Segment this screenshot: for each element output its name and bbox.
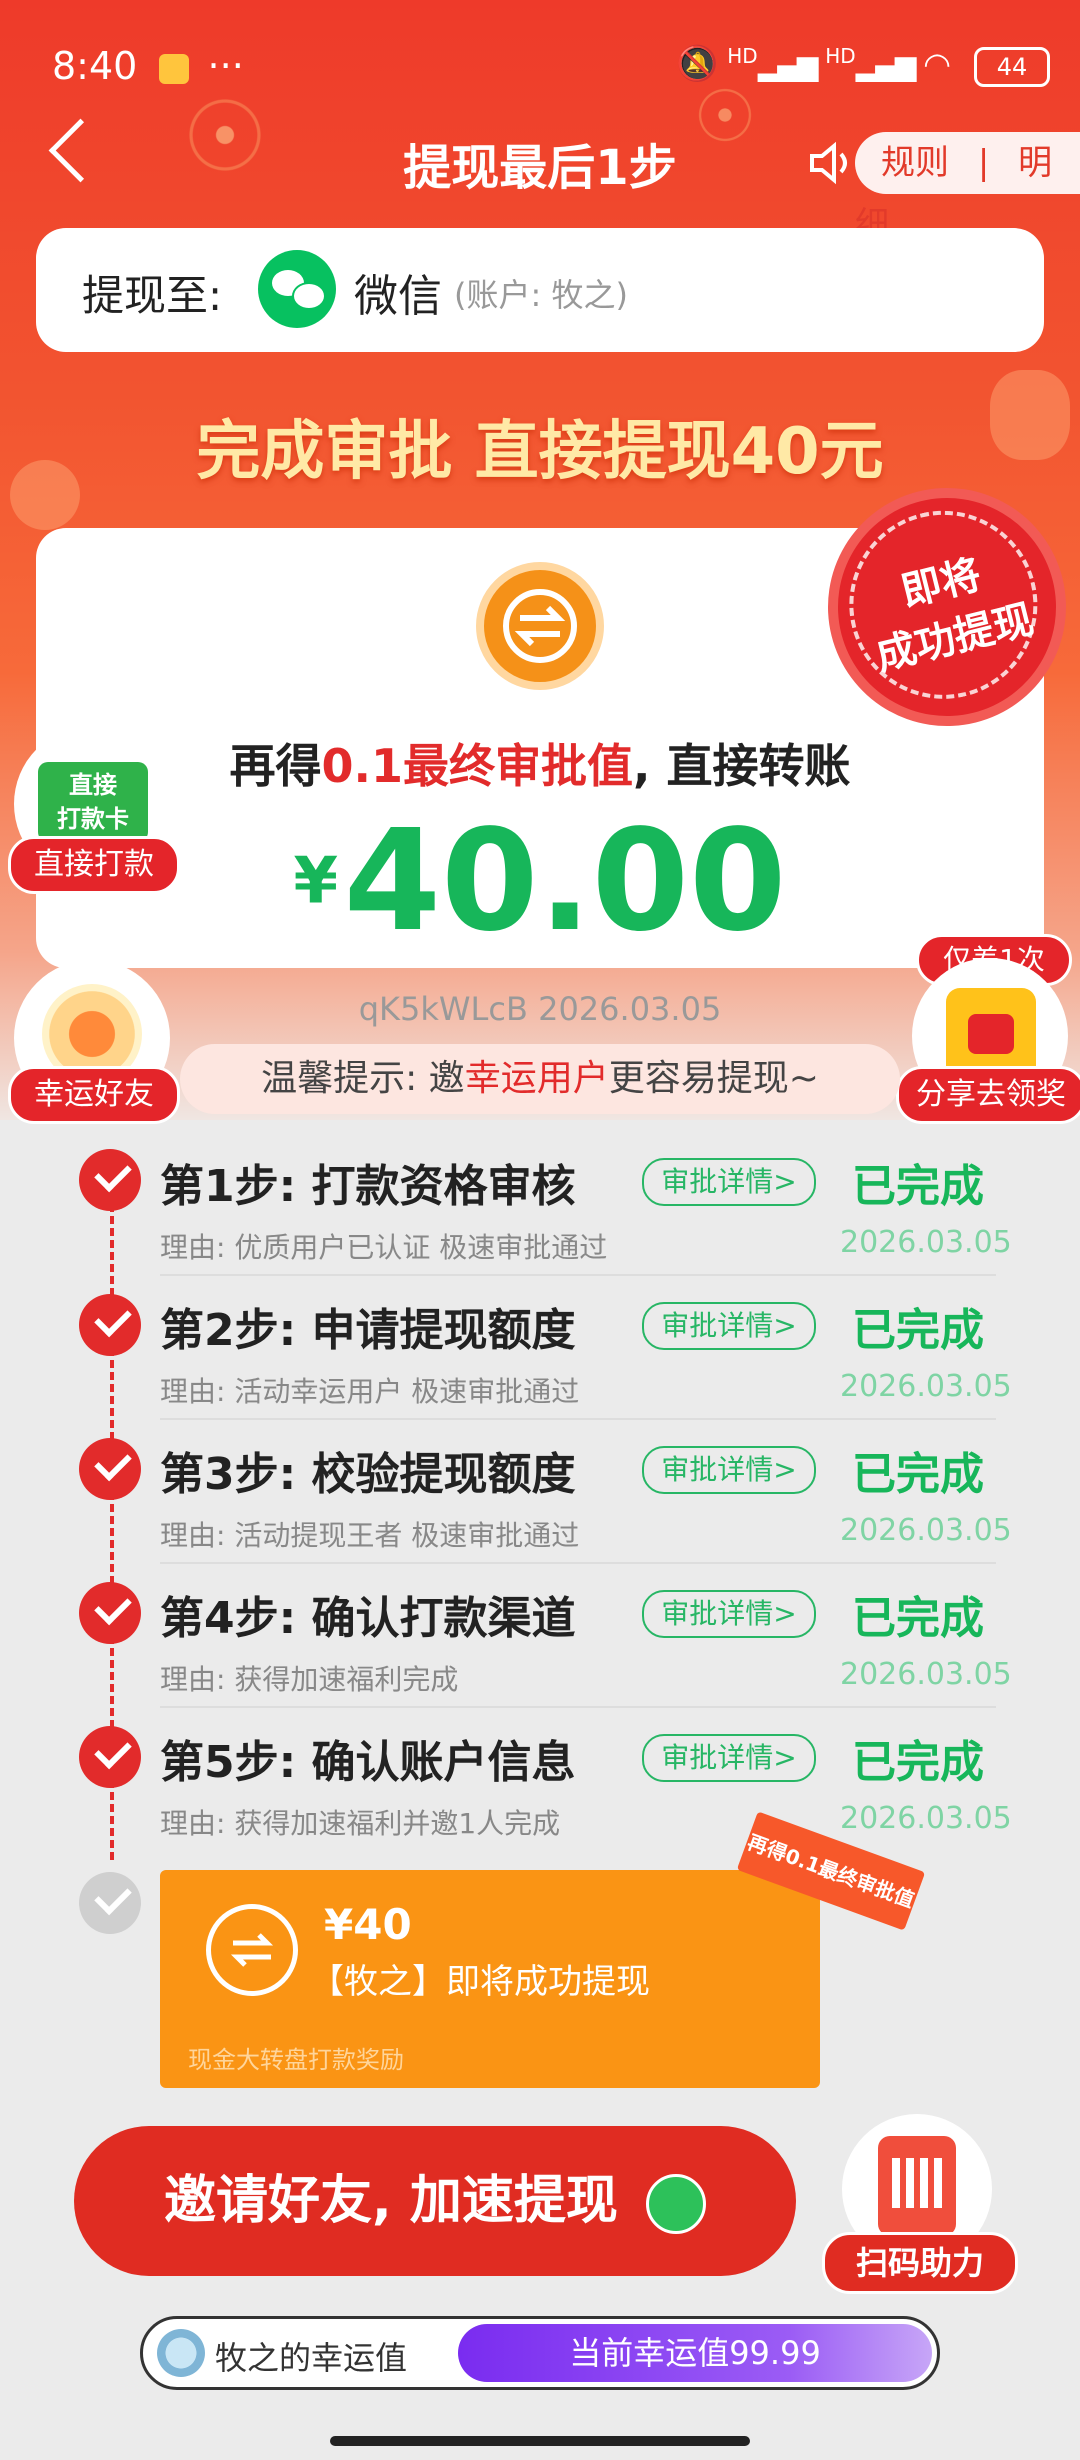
step-check-icon: [79, 1438, 141, 1500]
luck-owner: 牧之的幸运值: [215, 2339, 408, 2377]
wechat-icon: [258, 250, 336, 328]
luck-value: 当前幸运值99.99: [458, 2324, 932, 2382]
step-check-icon: [79, 1726, 141, 1788]
mute-icon: 🔕: [675, 44, 719, 84]
status-time: 8:40 ···: [52, 44, 244, 88]
step-check-icon: [79, 1582, 141, 1644]
step-date: 2026.03.05: [840, 1801, 1012, 1836]
signal-icon: HD: [825, 44, 856, 68]
divider: [160, 1274, 996, 1276]
approval-details-button[interactable]: 审批详情>: [642, 1590, 816, 1638]
rules-link[interactable]: 规则: [881, 143, 949, 183]
header-links: 规则 | 明细: [855, 132, 1080, 245]
avatar: [157, 2329, 205, 2377]
withdraw-to-card[interactable]: 提现至: 微信 (账户: 牧之): [36, 228, 1044, 352]
separator: |: [977, 143, 990, 183]
order-code: qK5kWLcB 2026.03.05: [358, 990, 722, 1028]
qr-code-icon: [878, 2136, 956, 2236]
final-subtext: 现金大转盘打款奖励: [188, 2046, 404, 2074]
divider: [160, 1418, 996, 1420]
step-date: 2026.03.05: [840, 1657, 1012, 1692]
divider: [160, 1706, 996, 1708]
step-title: 第4步: 确认打款渠道: [160, 1593, 576, 1644]
approval-details-button[interactable]: 审批详情>: [642, 1302, 816, 1350]
step-check-icon: [79, 1294, 141, 1356]
swap-icon: [206, 1904, 298, 1996]
headline: 完成审批 直接提现40元: [196, 415, 884, 489]
final-amount: ¥40: [324, 1900, 412, 1949]
status-icons: 🔕 HD▂▄▆ HD▂▄▆ ◠ 44: [676, 44, 1050, 87]
step-reason: 理由: 获得加速福利并邀1人完成: [160, 1807, 561, 1840]
speaker-icon[interactable]: [808, 140, 854, 186]
step-reason: 理由: 优质用户已认证 极速审批通过: [160, 1231, 608, 1264]
step-status: 已完成: [852, 1737, 984, 1788]
swap-icon: [476, 562, 604, 690]
share-label[interactable]: 分享去领奖: [896, 1066, 1080, 1124]
lucky-friend-label[interactable]: 幸运好友: [8, 1066, 180, 1124]
battery-icon: 44: [974, 47, 1050, 87]
step-check-icon: [79, 1149, 141, 1211]
step-title: 第1步: 打款资格审核: [160, 1161, 576, 1212]
qr-code-label[interactable]: 扫码助力: [822, 2232, 1018, 2294]
tip-bar: 温馨提示: 邀幸运用户更容易提现~: [180, 1044, 900, 1114]
step-title: 第2步: 申请提现额度: [160, 1305, 576, 1356]
step-date: 2026.03.05: [840, 1369, 1012, 1404]
account-name: (账户: 牧之): [454, 276, 628, 314]
step-reason: 理由: 活动提现王者 极速审批通过: [160, 1519, 580, 1552]
wechat-check-icon: [645, 2174, 706, 2234]
step-title: 第3步: 校验提现额度: [160, 1449, 576, 1500]
step-status: 已完成: [852, 1449, 984, 1500]
step-reason: 理由: 活动幸运用户 极速审批通过: [160, 1375, 580, 1408]
step-reason: 理由: 获得加速福利完成: [160, 1663, 459, 1696]
divider: [160, 1562, 996, 1564]
approval-details-button[interactable]: 审批详情>: [642, 1446, 816, 1494]
step-status: 已完成: [852, 1161, 984, 1212]
withdraw-to-label: 提现至:: [82, 271, 223, 320]
step-date: 2026.03.05: [840, 1225, 1012, 1260]
invite-friends-button[interactable]: 邀请好友, 加速提现: [74, 2126, 796, 2276]
payment-method: 微信: [354, 271, 442, 322]
step-status: 已完成: [852, 1593, 984, 1644]
signal-icon: HD: [727, 44, 758, 68]
approval-details-button[interactable]: 审批详情>: [642, 1158, 816, 1206]
wifi-icon: ◠: [923, 45, 952, 83]
final-text: 【牧之】即将成功提现: [310, 1962, 650, 2002]
step-status: 已完成: [852, 1305, 984, 1356]
home-indicator[interactable]: [330, 2436, 750, 2446]
notification-icon: [159, 53, 190, 84]
pending-check-icon: [79, 1872, 141, 1934]
step-date: 2026.03.05: [840, 1513, 1012, 1548]
direct-pay-label[interactable]: 直接打款: [8, 836, 180, 894]
approval-details-button[interactable]: 审批详情>: [642, 1734, 816, 1782]
step-title: 第5步: 确认账户信息: [160, 1737, 576, 1788]
